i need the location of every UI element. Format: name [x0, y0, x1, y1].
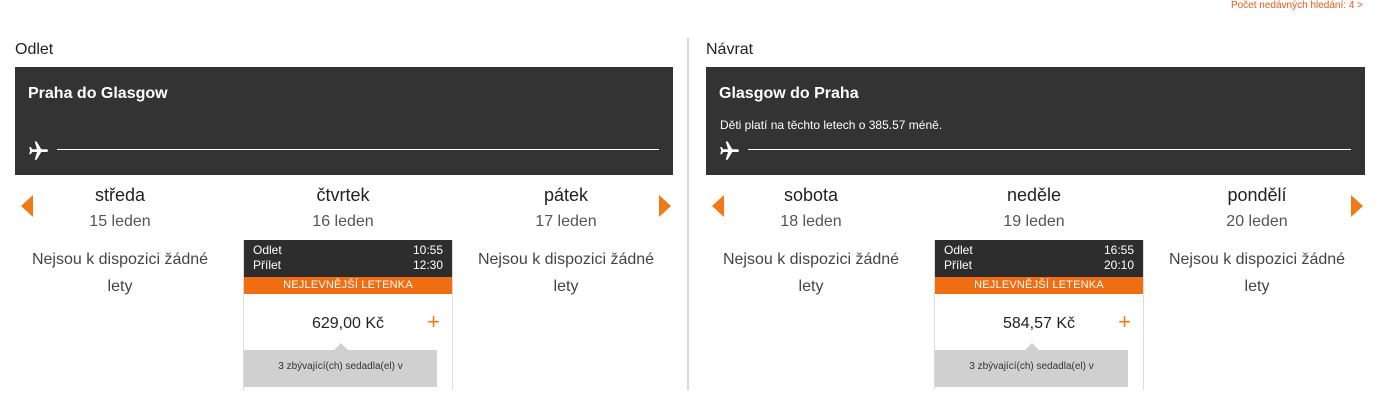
- depart-label: Odlet: [253, 243, 282, 257]
- seats-remaining: 3 zbývající(ch) sedadla(el) v: [244, 343, 437, 387]
- day-name: pátek: [543, 185, 589, 205]
- day-tab-friday[interactable]: pátek 17 leden: [466, 185, 666, 231]
- airplane-icon: [720, 141, 739, 160]
- arrive-label: Přílet: [253, 258, 282, 272]
- day-name: čtvrtek: [316, 185, 370, 205]
- day-date: 16 leden: [312, 213, 374, 230]
- depart-time: 10:55: [412, 243, 443, 257]
- column-divider: [687, 38, 689, 390]
- depart-label: Odlet: [944, 243, 973, 257]
- cheapest-badge: NEJLEVNĚJŠÍ LETENKA: [935, 277, 1143, 294]
- flight-times: Odlet 16:55 Přílet 20:10: [935, 240, 1143, 277]
- outbound-title: Odlet: [15, 41, 54, 58]
- arrive-label: Přílet: [944, 258, 973, 272]
- day-tab-sunday[interactable]: neděle 19 leden: [934, 185, 1134, 231]
- day-tab-thursday[interactable]: čtvrtek 16 leden: [243, 185, 443, 231]
- return-route-note: Děti platí na těchto letech o 385.57 mén…: [720, 118, 943, 132]
- cheapest-badge: NEJLEVNĚJŠÍ LETENKA: [244, 277, 452, 294]
- day-name: pondělí: [1227, 185, 1287, 205]
- flight-price: 584,57 Kč: [1002, 315, 1076, 332]
- flight-card[interactable]: Odlet 16:55 Přílet 20:10 NEJLEVNĚJŠÍ LETEN…: [934, 240, 1144, 390]
- no-flights-message: Nejsou k dispozici žádné lety: [722, 251, 900, 295]
- plus-icon[interactable]: +: [427, 310, 440, 334]
- no-flights-message: Nejsou k dispozici žádné lety: [31, 251, 209, 295]
- flight-card[interactable]: Odlet 10:55 Přílet 12:30 NEJLEVNĚJŠÍ LETEN…: [243, 240, 453, 390]
- no-flights-message: Nejsou k dispozici žádné lety: [477, 251, 655, 295]
- day-tab-saturday[interactable]: sobota 18 leden: [711, 185, 911, 231]
- seats-remaining: 3 zbývající(ch) sedadla(el) v: [935, 343, 1128, 387]
- day-name: neděle: [1006, 185, 1062, 205]
- return-route-header: Glasgow do Praha Děti platí na těchto le…: [706, 67, 1365, 175]
- day-date: 19 leden: [1003, 213, 1065, 230]
- arrive-time: 20:10: [1103, 258, 1134, 272]
- flight-times: Odlet 10:55 Přílet 12:30: [244, 240, 452, 277]
- outbound-route-title: Praha do Glasgow: [28, 85, 168, 102]
- day-date: 18 leden: [780, 213, 842, 230]
- day-date: 20 leden: [1226, 213, 1288, 230]
- return-section: Návrat Glasgow do Praha Děti platí na tě…: [706, 0, 1365, 412]
- day-date: 17 leden: [535, 213, 597, 230]
- outbound-route-header: Praha do Glasgow: [15, 67, 673, 175]
- return-route-title: Glasgow do Praha: [719, 85, 859, 102]
- price-row[interactable]: 629,00 Kč +: [244, 294, 452, 350]
- day-name: středa: [94, 185, 146, 205]
- depart-time: 16:55: [1103, 243, 1134, 257]
- return-title: Návrat: [706, 41, 754, 58]
- day-tab-wednesday[interactable]: středa 15 leden: [20, 185, 220, 231]
- no-flights-message: Nejsou k dispozici žádné lety: [1168, 251, 1346, 295]
- route-line: [748, 149, 1351, 150]
- flight-price: 629,00 Kč: [311, 315, 385, 332]
- day-tab-monday[interactable]: pondělí 20 leden: [1157, 185, 1357, 231]
- route-line: [57, 149, 659, 150]
- price-row[interactable]: 584,57 Kč +: [935, 294, 1143, 350]
- day-name: sobota: [783, 185, 839, 205]
- outbound-section: Odlet Praha do Glasgow středa 15 leden N…: [15, 0, 673, 412]
- day-date: 15 leden: [89, 213, 151, 230]
- airplane-icon: [29, 141, 48, 160]
- arrive-time: 12:30: [412, 258, 443, 272]
- plus-icon[interactable]: +: [1118, 310, 1131, 334]
